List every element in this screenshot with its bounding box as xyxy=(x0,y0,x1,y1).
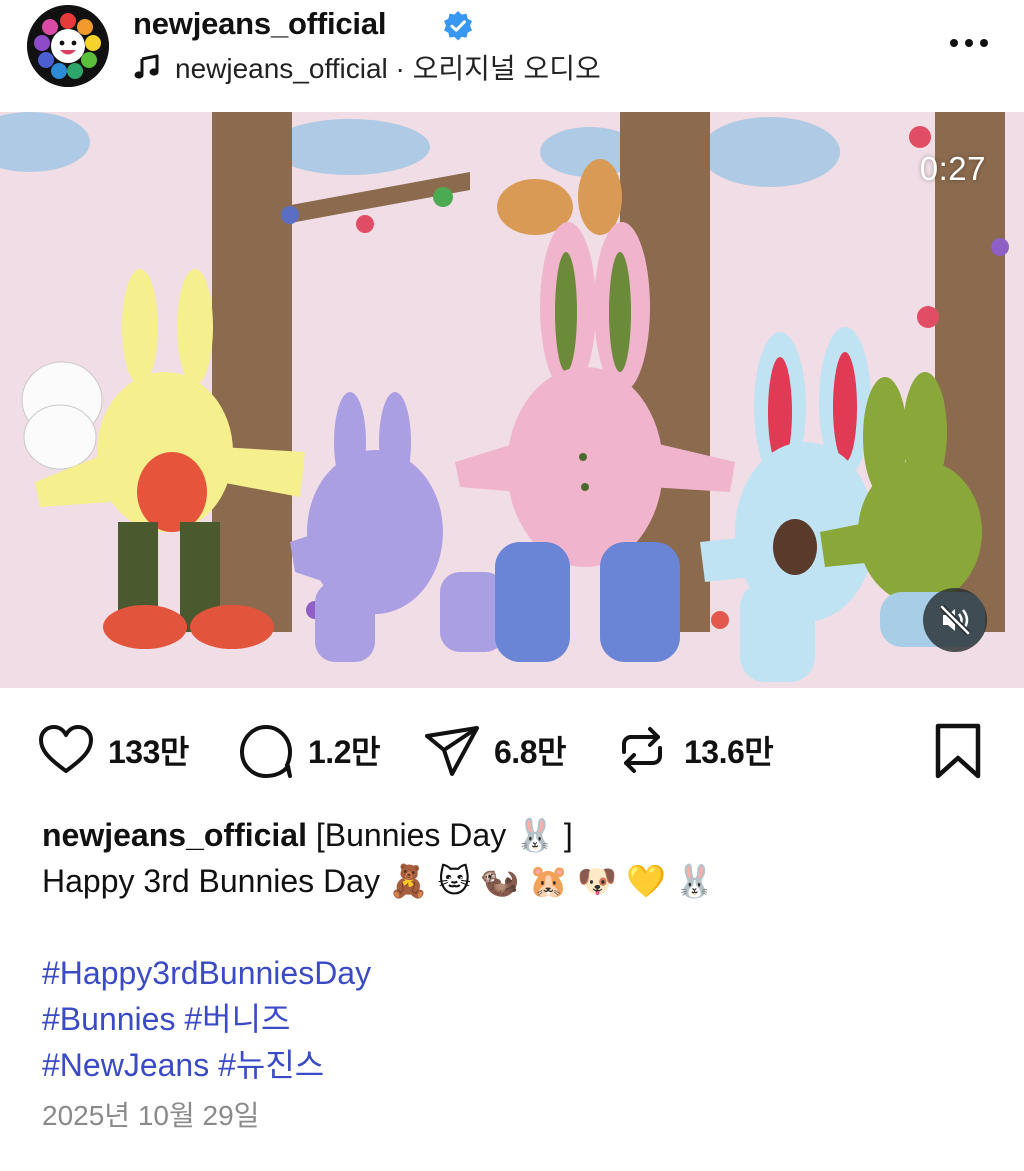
repost-button[interactable]: 13.6만 xyxy=(612,714,774,786)
post-video[interactable]: 0:27 xyxy=(0,112,1024,688)
hashtag-bunnies-korean[interactable]: #버니즈 xyxy=(184,1001,290,1037)
more-options-button[interactable] xyxy=(944,28,994,58)
hashtag-happy3rdbunniesday[interactable]: #Happy3rdBunniesDay xyxy=(42,955,371,991)
post-date: 2025년 10월 29일 xyxy=(42,1100,260,1131)
caption-title-line: newjeans_official [Bunnies Day 🐰 ] xyxy=(42,812,1002,858)
comment-button[interactable]: 1.2만 xyxy=(236,714,380,786)
comment-icon xyxy=(240,725,292,778)
caption-text: Happy 3rd Bunnies Day 🧸 🐱 🦦 🐹 🐶 💛 🐰 xyxy=(42,863,715,899)
post-header: newjeans_official newjeans_official · 오리… xyxy=(0,0,1024,112)
verified-badge-icon xyxy=(444,11,472,41)
video-timer: 0:27 xyxy=(919,150,986,187)
comment-count: 1.2만 xyxy=(308,734,380,770)
share-icon xyxy=(425,726,479,776)
save-button[interactable] xyxy=(930,722,986,780)
share-button[interactable]: 6.8만 xyxy=(422,714,566,786)
post-caption: newjeans_official [Bunnies Day 🐰 ] Happy… xyxy=(42,812,1002,1088)
audio-text: newjeans_official · 오리지널 오디오 xyxy=(175,53,601,84)
caption-username[interactable]: newjeans_official xyxy=(42,817,307,853)
like-button[interactable]: 133만 xyxy=(36,714,189,786)
share-count: 6.8만 xyxy=(494,734,566,770)
hashtag-newjeans-korean[interactable]: #뉴진스 xyxy=(218,1047,324,1083)
repost-count: 13.6만 xyxy=(684,734,774,770)
mute-icon xyxy=(939,604,971,636)
music-note-icon xyxy=(134,54,159,79)
mute-button[interactable] xyxy=(923,588,987,652)
action-bar: 133만 1.2만 6.8만 13.6만 xyxy=(0,714,1024,786)
bunnies-drawing xyxy=(0,112,1024,688)
audio-attribution[interactable]: newjeans_official · 오리지널 오디오 xyxy=(133,50,601,84)
heart-icon xyxy=(39,725,93,773)
like-count: 133만 xyxy=(108,734,189,770)
hashtag-bunnies[interactable]: #Bunnies xyxy=(42,1001,175,1037)
hashtag-newjeans[interactable]: #NewJeans xyxy=(42,1047,209,1083)
username[interactable]: newjeans_official xyxy=(133,6,387,42)
bookmark-icon xyxy=(935,723,981,779)
repost-icon xyxy=(622,727,662,773)
more-options-icon xyxy=(950,39,988,47)
caption-title: [Bunnies Day 🐰 ] xyxy=(315,817,573,853)
avatar[interactable] xyxy=(27,5,109,87)
